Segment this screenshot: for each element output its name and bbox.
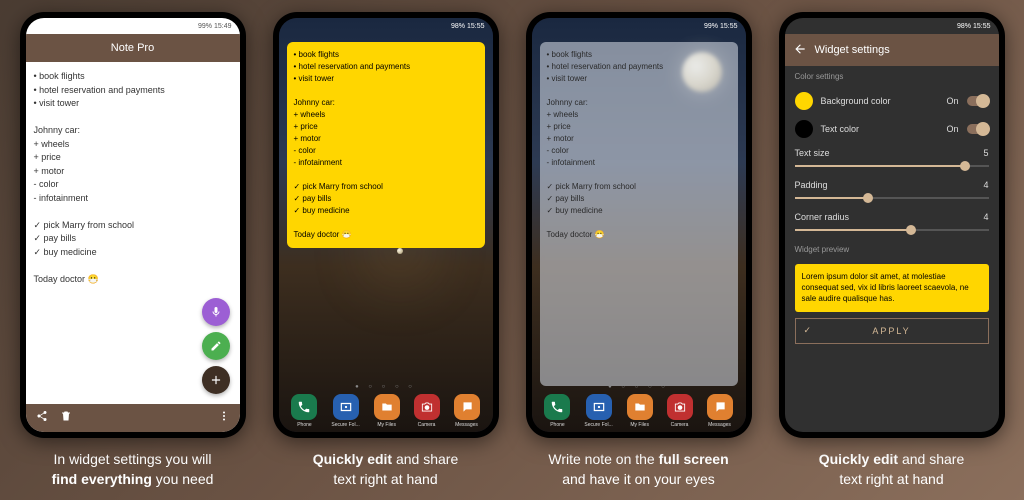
- row-text-color[interactable]: Text colorOn: [785, 115, 999, 143]
- apply-button[interactable]: ✓APPLY: [795, 318, 989, 344]
- app-secure[interactable]: Secure Fol...: [584, 394, 612, 428]
- panel-3: 99% 15:55 • book flights• hotel reservat…: [515, 12, 763, 489]
- phone-frame: 98% 15:55 • book flights• hotel reservat…: [273, 12, 499, 438]
- widget-note-full[interactable]: • book flights• hotel reservation and pa…: [540, 42, 738, 386]
- status-bar: 99% 15:55: [532, 18, 746, 34]
- settings-title: Widget settings: [815, 44, 890, 56]
- widget-preview: Lorem ipsum dolor sit amet, at molestiae…: [795, 264, 989, 312]
- section-color: Color settings: [785, 66, 999, 87]
- app-files[interactable]: My Files: [374, 394, 400, 428]
- section-preview: Widget preview: [785, 239, 999, 260]
- caption: In widget settings you willfind everythi…: [52, 450, 214, 489]
- slider-padding[interactable]: [795, 197, 989, 199]
- app-camera[interactable]: Camera: [414, 394, 440, 428]
- toggle-bg[interactable]: [967, 96, 989, 106]
- settings-header: Widget settings: [785, 34, 999, 66]
- bottom-toolbar: [26, 404, 240, 432]
- app-title: Note Pro: [111, 42, 154, 54]
- phone-frame: 99% 15:55 • book flights• hotel reservat…: [526, 12, 752, 438]
- app-files[interactable]: My Files: [627, 394, 653, 428]
- app-header: Note Pro: [26, 34, 240, 62]
- caption: Quickly edit and sharetext right at hand: [313, 450, 459, 489]
- app-messages[interactable]: Messages: [707, 394, 733, 428]
- toggle-text[interactable]: [967, 124, 989, 134]
- caption: Write note on the full screenand have it…: [548, 450, 728, 489]
- app-phone[interactable]: Phone: [291, 394, 317, 428]
- phone-frame: 99% 15:49 Note Pro • book flights• hotel…: [20, 12, 246, 438]
- trash-icon[interactable]: [60, 409, 72, 427]
- check-icon: ✓: [804, 325, 814, 336]
- page-dots: ● ○ ○ ○ ○: [532, 384, 746, 390]
- widget-note[interactable]: • book flights• hotel reservation and pa…: [287, 42, 485, 248]
- slider-textsize[interactable]: [795, 165, 989, 167]
- status-bar: 98% 15:55: [785, 18, 999, 34]
- panel-1: 99% 15:49 Note Pro • book flights• hotel…: [9, 12, 257, 489]
- caption: Quickly edit and sharetext right at hand: [819, 450, 965, 489]
- app-secure[interactable]: Secure Fol...: [331, 394, 359, 428]
- phone-frame: 98% 15:55 Widget settings Color settings…: [779, 12, 1005, 438]
- status-bar: 99% 15:49: [26, 18, 240, 34]
- app-messages[interactable]: Messages: [454, 394, 480, 428]
- slider-corner[interactable]: [795, 229, 989, 231]
- page-dots: ● ○ ○ ○ ○: [279, 384, 493, 390]
- dock: Phone Secure Fol... My Files Camera Mess…: [538, 394, 740, 428]
- share-icon[interactable]: [36, 409, 48, 427]
- app-camera[interactable]: Camera: [667, 394, 693, 428]
- add-button[interactable]: [202, 366, 230, 394]
- edit-button[interactable]: [202, 332, 230, 360]
- back-icon[interactable]: [793, 42, 807, 59]
- voice-button[interactable]: [202, 298, 230, 326]
- panel-2: 98% 15:55 • book flights• hotel reservat…: [262, 12, 510, 489]
- status-bar: 98% 15:55: [279, 18, 493, 34]
- panel-4: 98% 15:55 Widget settings Color settings…: [768, 12, 1016, 489]
- row-bg-color[interactable]: Background colorOn: [785, 87, 999, 115]
- app-phone[interactable]: Phone: [544, 394, 570, 428]
- fab-stack: [202, 298, 230, 394]
- dock: Phone Secure Fol... My Files Camera Mess…: [285, 394, 487, 428]
- more-icon[interactable]: [218, 409, 230, 427]
